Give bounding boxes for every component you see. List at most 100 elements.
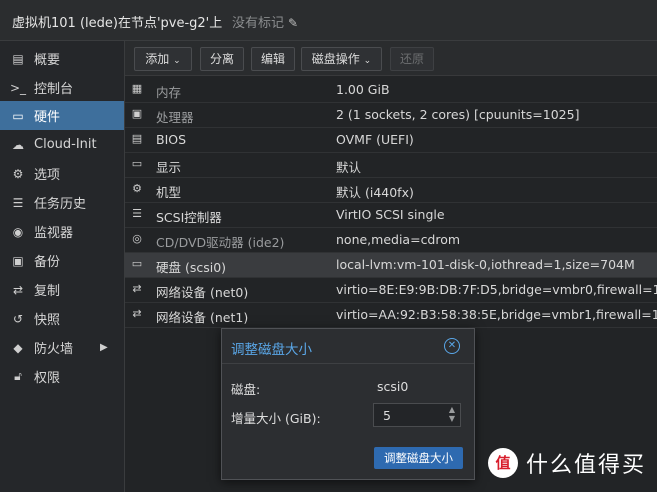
floppy-icon: ▣ — [12, 253, 24, 268]
table-row[interactable]: ◎ CD/DVD驱动器 (ide2) none,media=cdrom — [125, 228, 657, 253]
table-row[interactable]: ▣ 处理器 2 (1 sockets, 2 cores) [cpuunits=102… — [125, 103, 657, 128]
sidebar-item-label: 备份 — [34, 255, 61, 270]
cogs-icon: ⚙ — [132, 182, 142, 195]
caret-right-icon[interactable]: ▶ — [100, 342, 108, 353]
toolbar: 添加 ⌄ 分离 编辑 磁盘操作 ⌄ 还原 — [125, 41, 657, 76]
eye-icon: ◉ — [12, 224, 24, 239]
row-name: 网络设备 (net0) — [156, 285, 249, 300]
table-row[interactable]: ▦ 内存 1.00 GiB — [125, 78, 657, 103]
sidebar-item-label: 任务历史 — [34, 197, 87, 212]
memory-icon: ▦ — [131, 82, 143, 95]
row-name: 网络设备 (net1) — [156, 310, 249, 325]
shield-icon: ◆ — [13, 340, 23, 355]
terminal-icon: >_ — [10, 80, 27, 95]
sidebar-item-label: 监视器 — [34, 226, 74, 241]
book-icon: ▤ — [12, 51, 24, 66]
sidebar-item-permissions[interactable]: 🔓︎ 权限 — [0, 362, 124, 391]
row-value: 默认 (i440fx) — [336, 185, 414, 200]
sidebar-item-label: 硬件 — [34, 110, 61, 125]
edit-button[interactable]: 编辑 — [251, 47, 295, 71]
dialog-title: 调整磁盘大小 — [231, 342, 312, 358]
row-name: CD/DVD驱动器 (ide2) — [156, 235, 285, 250]
cdrom-icon: ◎ — [132, 232, 142, 245]
database-icon: ☰ — [132, 207, 142, 220]
row-name: 显示 — [156, 160, 182, 175]
disk-action-button[interactable]: 磁盘操作 ⌄ — [301, 47, 382, 71]
watermark-logo: 值 — [488, 448, 518, 478]
spinner-icon[interactable]: ▲ ▼ — [449, 405, 455, 423]
disk-action-label: 磁盘操作 — [311, 52, 360, 66]
title-bar: 虚拟机101 (lede)在节点'pve-g2'上 没有标记 ✎ — [0, 0, 657, 41]
table-row[interactable]: ⇄ 网络设备 (net1) virtio=AA:92:B3:58:38:5E,bri… — [125, 303, 657, 328]
sidebar: ▤ 概要 >_ 控制台 ▭ 硬件 ☁ Cloud-Init ⚙ 选项 ☰ 任务历史 ◉ 监视器… — [0, 41, 125, 492]
tag-text: 没有标记 — [232, 16, 285, 31]
row-value: none,media=cdrom — [336, 232, 461, 247]
add-button[interactable]: 添加 ⌄ — [134, 47, 192, 71]
desktop-icon: ▭ — [131, 157, 143, 170]
resize-disk-button[interactable]: 调整磁盘大小 — [374, 447, 463, 469]
row-name: 机型 — [156, 185, 182, 200]
table-row[interactable]: ▭ 硬盘 (scsi0) local-lvm:vm-101-disk-0,iothr… — [125, 253, 657, 278]
watermark: 值 什么值得买 — [488, 446, 646, 480]
list-icon: ☰ — [12, 195, 24, 210]
sidebar-item-firewall[interactable]: ◆ 防火墙 ▶ — [0, 333, 124, 362]
row-value: OVMF (UEFI) — [336, 132, 414, 147]
increment-label: 增量大小 (GiB): — [231, 411, 321, 426]
sidebar-item-summary[interactable]: ▤ 概要 — [0, 44, 124, 73]
disk-label: 磁盘: — [231, 382, 261, 397]
table-row[interactable]: ⇄ 网络设备 (net0) virtio=8E:E9:9B:DB:7F:D5,bri… — [125, 278, 657, 303]
microchip-icon: ▤ — [131, 132, 143, 145]
detach-button[interactable]: 分离 — [200, 47, 244, 71]
sidebar-item-label: 防火墙 — [34, 342, 74, 357]
table-row[interactable]: ☰ SCSI控制器 VirtIO SCSI single — [125, 203, 657, 228]
sidebar-item-backup[interactable]: ▣ 备份 — [0, 246, 124, 275]
add-button-label: 添加 — [145, 52, 170, 66]
table-row[interactable]: ⚙ 机型 默认 (i440fx) — [125, 178, 657, 203]
row-name: 处理器 — [156, 110, 194, 125]
row-value: local-lvm:vm-101-disk-0,iothread=1,size=… — [336, 257, 635, 272]
sidebar-item-label: Cloud-Init — [34, 137, 97, 152]
sidebar-item-options[interactable]: ⚙ 选项 — [0, 159, 124, 188]
cpu-icon: ▣ — [131, 107, 143, 120]
row-value: 默认 — [336, 160, 362, 175]
sidebar-item-cloud-init[interactable]: ☁ Cloud-Init — [0, 130, 124, 159]
retweet-icon: ⇄ — [12, 282, 24, 297]
row-value: VirtIO SCSI single — [336, 207, 445, 222]
row-value: 1.00 GiB — [336, 82, 390, 97]
gear-icon: ⚙ — [12, 166, 24, 181]
table-row[interactable]: ▤ BIOS OVMF (UEFI) — [125, 128, 657, 153]
sidebar-item-label: 选项 — [34, 168, 61, 183]
unlock-icon: 🔓︎ — [14, 369, 22, 383]
cloud-icon: ☁ — [12, 137, 24, 152]
close-icon[interactable]: ✕ — [444, 338, 460, 354]
row-name: SCSI控制器 — [156, 210, 222, 225]
row-value: 2 (1 sockets, 2 cores) [cpuunits=1025] — [336, 107, 580, 122]
dialog-header: 调整磁盘大小 ✕ — [222, 329, 474, 364]
sidebar-item-replication[interactable]: ⇄ 复制 — [0, 275, 124, 304]
row-value: virtio=AA:92:B3:58:38:5E,bridge=vmbr1,fi… — [336, 307, 657, 322]
sidebar-item-task-history[interactable]: ☰ 任务历史 — [0, 188, 124, 217]
exchange-icon: ⇄ — [132, 282, 142, 295]
pencil-icon[interactable]: ✎ — [288, 16, 298, 30]
watermark-text: 什么值得买 — [526, 453, 647, 478]
revert-button[interactable]: 还原 — [390, 47, 434, 71]
row-name: 硬盘 (scsi0) — [156, 260, 227, 275]
increment-size-input[interactable]: 5 ▲ ▼ — [373, 403, 461, 427]
table-row[interactable]: ▭ 显示 默认 — [125, 153, 657, 178]
row-value: virtio=8E:E9:9B:DB:7F:D5,bridge=vmbr0,fi… — [336, 282, 657, 297]
row-name: BIOS — [156, 132, 187, 147]
page-title: 虚拟机101 (lede)在节点'pve-g2'上 — [12, 16, 223, 31]
chevron-down-icon: ⌄ — [363, 56, 372, 66]
sidebar-item-label: 快照 — [34, 313, 61, 328]
chevron-down-icon: ⌄ — [173, 56, 181, 66]
disk-value: scsi0 — [377, 379, 409, 394]
tag-editor[interactable]: 没有标记 ✎ — [232, 12, 298, 31]
history-icon: ↺ — [12, 311, 24, 326]
sidebar-item-hardware[interactable]: ▭ 硬件 — [0, 101, 124, 130]
sidebar-item-label: 控制台 — [34, 82, 74, 97]
sidebar-item-monitor[interactable]: ◉ 监视器 — [0, 217, 124, 246]
row-name: 内存 — [156, 85, 182, 100]
sidebar-item-snapshot[interactable]: ↺ 快照 — [0, 304, 124, 333]
sidebar-item-console[interactable]: >_ 控制台 — [0, 73, 124, 102]
increment-value: 5 — [383, 408, 391, 423]
